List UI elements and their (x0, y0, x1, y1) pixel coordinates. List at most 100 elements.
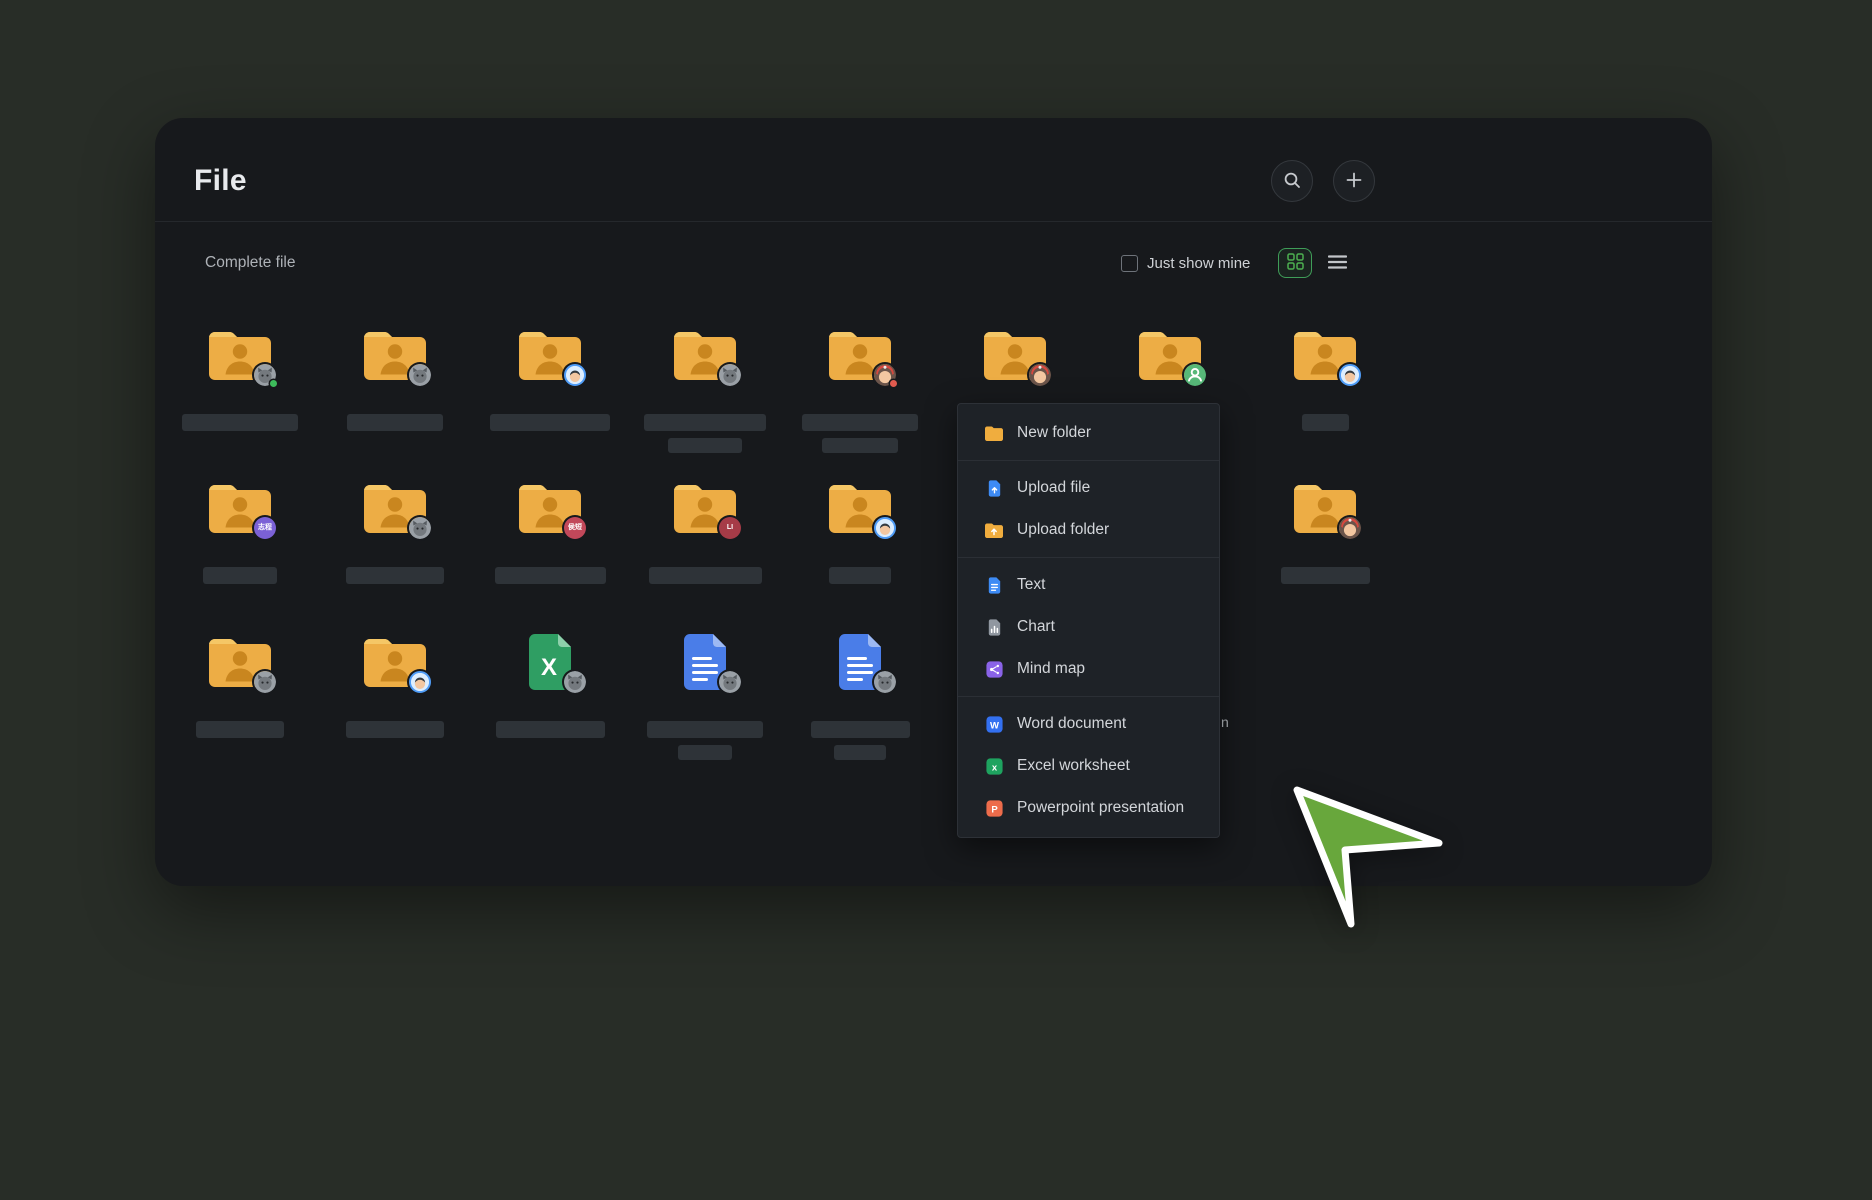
svg-text:x: x (991, 762, 997, 773)
avatar-initials: 侯短 (564, 517, 586, 539)
redacted-label-bar (496, 721, 605, 738)
menu-divider (958, 557, 1219, 558)
menu-item-text[interactable]: Text (958, 564, 1219, 606)
cat-avatar-badge (874, 671, 896, 693)
boy-avatar-badge (874, 517, 896, 539)
redacted-label-bar (490, 414, 610, 431)
create-context-menu: New folder Upload file Upload folder Text Ch… (957, 403, 1220, 838)
folder-item[interactable] (785, 480, 935, 584)
menu-item-label: New folder (1017, 424, 1091, 442)
menu-item-label: Powerpoint presentation (1017, 799, 1184, 817)
folder-icon: LI (630, 480, 780, 536)
menu-item-powerpoint-presentation[interactable]: P Powerpoint presentation (958, 787, 1219, 829)
cursor-pointer (1293, 786, 1445, 930)
folder-item[interactable] (165, 327, 315, 431)
folder-item[interactable] (320, 634, 470, 738)
menu-divider (958, 696, 1219, 697)
folder-icon (475, 327, 625, 383)
folder-item[interactable] (165, 634, 315, 738)
file-app-window: File Complete file Just show mine (155, 118, 1712, 886)
folder-item[interactable] (785, 327, 935, 453)
menu-item-label: Upload folder (1017, 521, 1109, 539)
upload-file-icon (984, 478, 1004, 498)
folder-icon (1250, 327, 1400, 383)
doc-file-item[interactable] (785, 634, 935, 760)
menu-item-label: Mind map (1017, 660, 1085, 678)
text-avatar-badge: 志程 (254, 517, 276, 539)
redacted-label-bar (647, 721, 763, 738)
folder-icon: 侯短 (475, 480, 625, 536)
menu-item-mind-map[interactable]: Mind map (958, 648, 1219, 690)
menu-divider (958, 460, 1219, 461)
excel-icon: x (984, 756, 1004, 776)
menu-item-label: Excel worksheet (1017, 757, 1130, 775)
redacted-label-bar (346, 567, 444, 584)
folder-item[interactable]: LI (630, 480, 780, 584)
folder-icon: 志程 (165, 480, 315, 536)
doc-icon (630, 634, 780, 690)
file-grid: 志程 侯短 LI X (155, 118, 1712, 886)
chart-icon (984, 617, 1004, 637)
menu-item-new-folder[interactable]: New folder (958, 412, 1219, 454)
excel-file-item[interactable]: X (475, 634, 625, 738)
folder-item[interactable] (630, 327, 780, 453)
redacted-label-bar (196, 721, 284, 738)
girl-avatar-badge (874, 364, 896, 386)
folder-item[interactable] (1250, 480, 1400, 584)
redacted-label-bar (649, 567, 762, 584)
menu-item-label: Word document (1017, 715, 1126, 733)
menu-item-word-document[interactable]: W Word document (958, 703, 1219, 745)
doc-file-item[interactable] (630, 634, 780, 760)
folder-icon (785, 480, 935, 536)
cat-avatar-badge (254, 364, 276, 386)
redacted-label-bar (495, 567, 606, 584)
text-avatar-badge: LI (719, 517, 741, 539)
cat-avatar-badge (409, 517, 431, 539)
redacted-label-bar (347, 414, 443, 431)
boy-avatar-badge (409, 671, 431, 693)
folder-item[interactable]: 侯短 (475, 480, 625, 584)
folder-icon (165, 634, 315, 690)
menu-item-label: Text (1017, 576, 1045, 594)
redacted-label-bar (822, 438, 898, 453)
presence-dot (890, 380, 897, 387)
powerpoint-icon: P (984, 798, 1004, 818)
green-person-avatar-badge (1184, 364, 1206, 386)
menu-item-upload-folder[interactable]: Upload folder (958, 509, 1219, 551)
menu-item-upload-file[interactable]: Upload file (958, 467, 1219, 509)
folder-item[interactable] (1250, 327, 1400, 431)
redacted-label-bar (829, 567, 891, 584)
redacted-label-bar (346, 721, 444, 738)
redacted-label-bar (203, 567, 277, 584)
text-avatar-badge: 侯短 (564, 517, 586, 539)
presence-dot (270, 380, 277, 387)
redacted-label-bar (834, 745, 886, 760)
menu-item-excel-worksheet[interactable]: x Excel worksheet (958, 745, 1219, 787)
cat-avatar-badge (564, 671, 586, 693)
folder-icon (940, 327, 1090, 383)
cat-avatar-badge (409, 364, 431, 386)
folder-item[interactable] (475, 327, 625, 431)
svg-text:X: X (541, 654, 557, 681)
redacted-label-bar (1302, 414, 1349, 431)
new-folder-icon (984, 423, 1004, 443)
folder-item[interactable]: 志程 (165, 480, 315, 584)
redacted-label-bar (811, 721, 910, 738)
folder-icon (1095, 327, 1245, 383)
cat-avatar-badge (719, 364, 741, 386)
menu-item-chart[interactable]: Chart (958, 606, 1219, 648)
folder-icon (630, 327, 780, 383)
svg-text:W: W (990, 720, 999, 731)
avatar-initials: 志程 (254, 517, 276, 539)
avatar-initials: LI (719, 517, 741, 539)
folder-item[interactable] (320, 480, 470, 584)
boy-avatar-badge (1339, 364, 1361, 386)
word-icon: W (984, 714, 1004, 734)
folder-icon (320, 480, 470, 536)
mind-map-icon (984, 659, 1004, 679)
cat-avatar-badge (719, 671, 741, 693)
folder-icon (1250, 480, 1400, 536)
redacted-label-bar (1281, 567, 1370, 584)
folder-item[interactable] (320, 327, 470, 431)
girl-avatar-badge (1339, 517, 1361, 539)
